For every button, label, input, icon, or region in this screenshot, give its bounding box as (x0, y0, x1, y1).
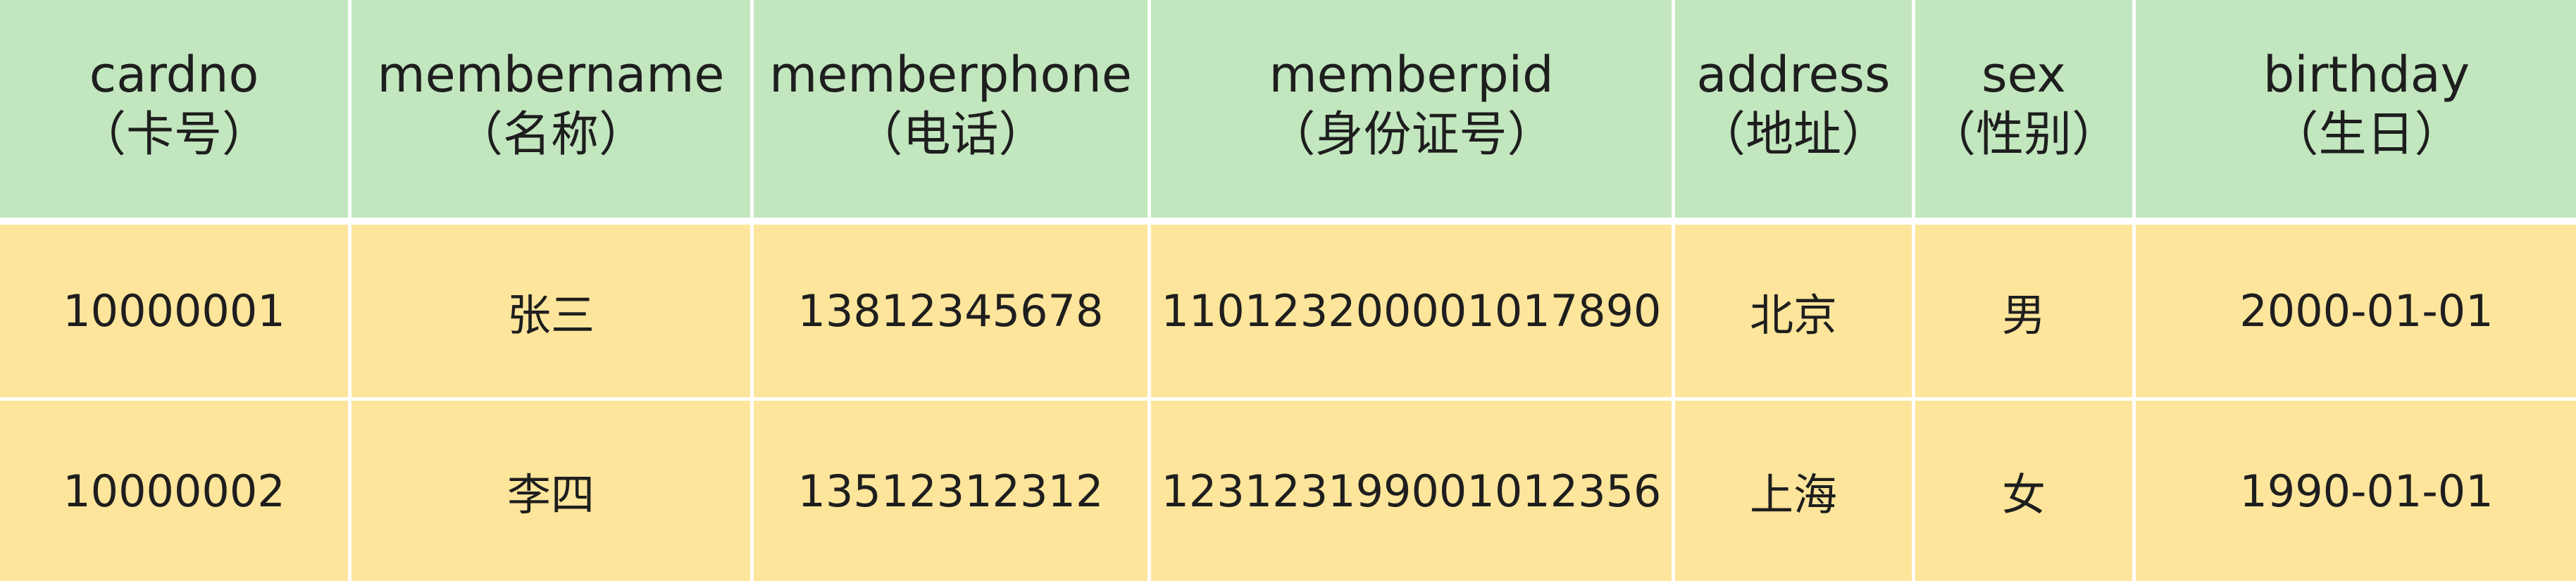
table-cell-memberpid: 123123199001012356 (1151, 401, 1672, 581)
table-cell-cardno: 10000001 (0, 225, 348, 401)
table-cell-membername: 张三 (351, 225, 750, 401)
header-label-en: membername (377, 45, 725, 104)
header-birthday: birthday （生日） (2136, 0, 2576, 225)
header-label-cn: （地址） (1697, 106, 1889, 163)
header-label-cn: （名称） (454, 106, 647, 163)
header-label-en: address (1696, 45, 1891, 104)
header-membername: membername （名称） (351, 0, 750, 225)
header-label-en: sex (1981, 45, 2066, 104)
header-label-cn: （电话） (854, 106, 1047, 163)
header-label-en: cardno (89, 45, 259, 104)
header-label-cn: （卡号） (77, 106, 270, 163)
table-cell-memberpid: 110123200001017890 (1151, 225, 1672, 401)
header-address: address （地址） (1675, 0, 1912, 225)
table-cell-address: 北京 (1675, 225, 1912, 401)
header-memberpid: memberpid （身份证号） (1151, 0, 1672, 225)
table-cell-memberphone: 13512312312 (754, 401, 1147, 581)
header-label-en: memberphone (769, 45, 1132, 104)
header-label-cn: （身份证号） (1267, 106, 1555, 163)
header-cardno: cardno （卡号） (0, 0, 348, 225)
header-label-en: memberpid (1269, 45, 1554, 104)
table-cell-birthday: 2000-01-01 (2136, 225, 2576, 401)
table-cell-sex: 男 (1915, 225, 2132, 401)
header-memberphone: memberphone （电话） (754, 0, 1147, 225)
table-cell-sex: 女 (1915, 401, 2132, 581)
table-cell-address: 上海 (1675, 401, 1912, 581)
table-cell-cardno: 10000002 (0, 401, 348, 581)
header-label-cn: （性别） (1927, 106, 2120, 163)
header-sex: sex （性别） (1915, 0, 2132, 225)
table-cell-birthday: 1990-01-01 (2136, 401, 2576, 581)
table-cell-memberphone: 13812345678 (754, 225, 1147, 401)
table-cell-membername: 李四 (351, 401, 750, 581)
member-table: cardno （卡号） membername （名称） memberphone … (0, 0, 2576, 581)
header-label-cn: （生日） (2270, 106, 2463, 163)
header-label-en: birthday (2263, 45, 2470, 104)
